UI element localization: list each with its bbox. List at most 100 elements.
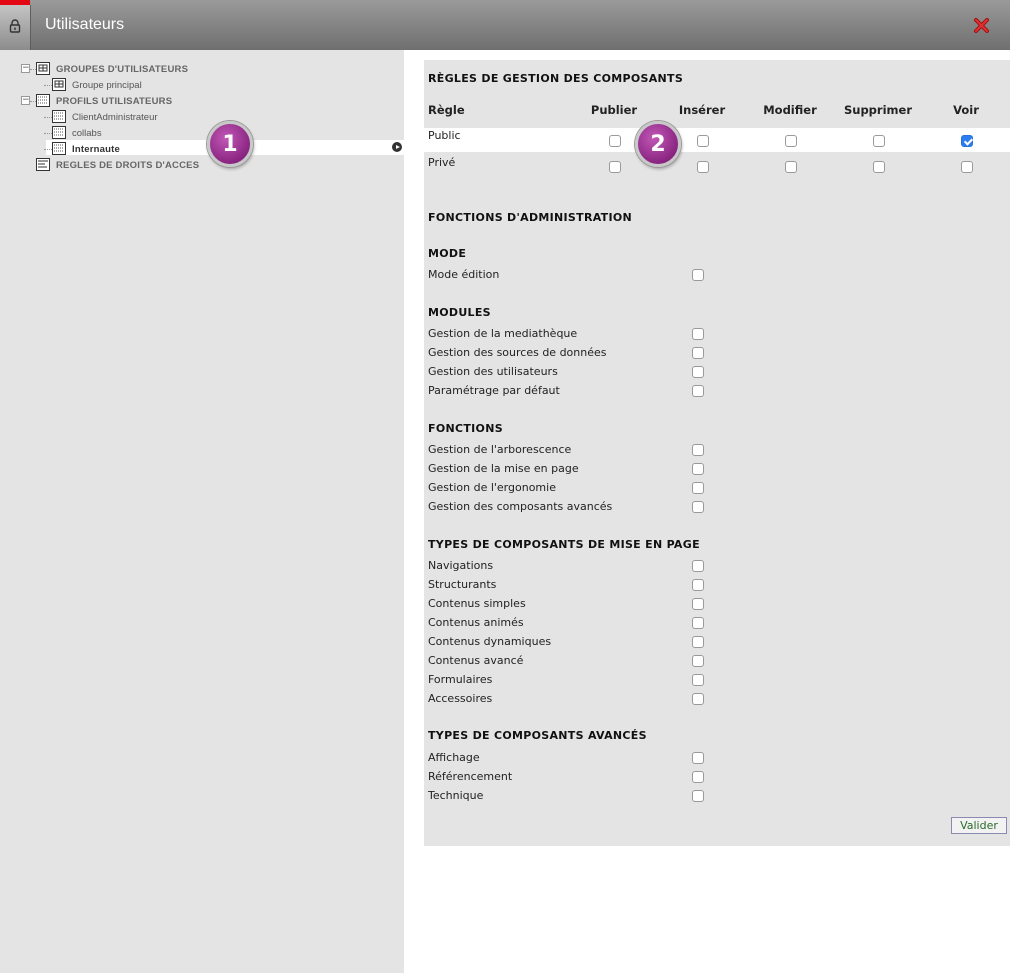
permission-label: Contenus animés <box>428 616 524 629</box>
permission-label: Structurants <box>428 578 497 591</box>
tree-item-groups[interactable]: GROUPES D'UTILISATEURS <box>56 61 188 77</box>
permission-label: Gestion de l'arborescence <box>428 443 572 456</box>
group-icon <box>52 78 66 91</box>
tree-item-label: ClientAdministrateur <box>72 111 158 123</box>
rules-icon <box>36 158 50 171</box>
checkbox-structurants[interactable] <box>692 579 704 591</box>
valider-button[interactable]: Valider <box>951 817 1007 834</box>
profile-icon <box>52 126 66 139</box>
subsection-title-types-mise-en-page: TYPES DE COMPOSANTS DE MISE EN PAGE <box>428 538 700 551</box>
permission-label: Formulaires <box>428 673 493 686</box>
checkbox-mediatheque[interactable] <box>692 328 704 340</box>
checkbox-public-modifier[interactable] <box>785 135 797 147</box>
permission-label: Gestion des utilisateurs <box>428 365 558 378</box>
arrow-right-icon[interactable] <box>392 142 402 152</box>
permission-label: Gestion des sources de données <box>428 346 607 359</box>
profile-icon <box>36 94 50 107</box>
tree-item-label: Groupe principal <box>72 79 142 91</box>
tree-item-label: collabs <box>72 127 102 139</box>
permission-label: Contenus simples <box>428 597 526 610</box>
col-header-publier: Publier <box>590 103 638 117</box>
tree-connector <box>44 133 52 134</box>
rule-row-label: Privé <box>428 156 456 169</box>
checkbox-mise-en-page[interactable] <box>692 463 704 475</box>
checkbox-formulaires[interactable] <box>692 674 704 686</box>
permission-label: Navigations <box>428 559 494 572</box>
tree-item-label: PROFILS UTILISATEURS <box>56 95 173 107</box>
tree-item-rules[interactable]: REGLES DE DROITS D'ACCES <box>56 157 199 173</box>
col-header-voir: Voir <box>953 103 979 117</box>
permission-label: Référencement <box>428 770 513 783</box>
permissions-panel: RÈGLES DE GESTION DES COMPOSANTS Règle P… <box>424 60 1010 846</box>
title-bar: Utilisateurs <box>0 0 1010 50</box>
checkbox-prive-voir[interactable] <box>961 161 973 173</box>
group-icon <box>36 62 50 75</box>
permission-label: Affichage <box>428 751 480 764</box>
collapse-toggle-groups[interactable]: − <box>21 64 30 73</box>
subsection-title-modules: MODULES <box>428 306 491 319</box>
checkbox-public-inserer[interactable] <box>697 135 709 147</box>
subsection-title-fonctions: FONCTIONS <box>428 422 503 435</box>
lock-button[interactable] <box>0 5 31 50</box>
checkbox-public-supprimer[interactable] <box>873 135 885 147</box>
checkbox-prive-inserer[interactable] <box>697 161 709 173</box>
permission-label: Gestion de la mise en page <box>428 462 579 475</box>
callout-badge-2: 2 <box>635 121 681 167</box>
tree-item-label: GROUPES D'UTILISATEURS <box>56 63 189 75</box>
checkbox-mode-edition[interactable] <box>692 269 704 281</box>
tree-item-label: Internaute <box>72 143 120 155</box>
permission-label: Gestion des composants avancés <box>428 500 613 513</box>
checkbox-prive-modifier[interactable] <box>785 161 797 173</box>
permission-label: Contenus dynamiques <box>428 635 552 648</box>
checkbox-composants-avances[interactable] <box>692 501 704 513</box>
checkbox-public-publier[interactable] <box>609 135 621 147</box>
tree-item-internaute[interactable]: Internaute <box>72 141 120 157</box>
checkbox-contenus-simples[interactable] <box>692 598 704 610</box>
rules-section-title: RÈGLES DE GESTION DES COMPOSANTS <box>428 72 684 85</box>
col-header-inserer: Insérer <box>678 103 726 117</box>
col-header-modifier: Modifier <box>763 103 817 117</box>
callout-badge-1: 1 <box>207 121 253 167</box>
permission-label: Contenus avancé <box>428 654 524 667</box>
window-title: Utilisateurs <box>45 16 125 33</box>
checkbox-technique[interactable] <box>692 790 704 802</box>
permission-label: Gestion de la mediathèque <box>428 327 578 340</box>
close-button[interactable] <box>972 15 992 35</box>
users-tree-panel: − GROUPES D'UTILISATEURS Groupe principa… <box>0 50 404 973</box>
permission-label: Paramétrage par défaut <box>428 384 560 397</box>
checkbox-contenus-dynamiques[interactable] <box>692 636 704 648</box>
checkbox-utilisateurs[interactable] <box>692 366 704 378</box>
lock-icon <box>9 19 21 33</box>
checkbox-contenus-animes[interactable] <box>692 617 704 629</box>
permission-label: Accessoires <box>428 692 493 705</box>
tree-connector <box>44 117 52 118</box>
subsection-title-types-avances: TYPES DE COMPOSANTS AVANCÉS <box>428 729 647 742</box>
checkbox-contenus-avance[interactable] <box>692 655 704 667</box>
tree-item-clientadministrateur[interactable]: ClientAdministrateur <box>72 109 158 125</box>
permission-label: Mode édition <box>428 268 500 281</box>
tree-item-profiles[interactable]: PROFILS UTILISATEURS <box>56 93 172 109</box>
checkbox-public-voir[interactable] <box>961 135 973 147</box>
checkbox-ergonomie[interactable] <box>692 482 704 494</box>
checkbox-accessoires[interactable] <box>692 693 704 705</box>
checkbox-prive-publier[interactable] <box>609 161 621 173</box>
close-icon <box>974 18 989 33</box>
permission-label: Technique <box>428 789 484 802</box>
checkbox-referencement[interactable] <box>692 771 704 783</box>
admin-section-title: FONCTIONS D'ADMINISTRATION <box>428 211 633 224</box>
tree-item-collabs[interactable]: collabs <box>72 125 102 141</box>
permission-label: Gestion de l'ergonomie <box>428 481 556 494</box>
tree-item-label: REGLES DE DROITS D'ACCES <box>56 159 200 171</box>
checkbox-parametrage[interactable] <box>692 385 704 397</box>
checkbox-sources-donnees[interactable] <box>692 347 704 359</box>
collapse-toggle-profiles[interactable]: − <box>21 96 30 105</box>
profile-icon <box>52 142 66 155</box>
checkbox-navigations[interactable] <box>692 560 704 572</box>
checkbox-prive-supprimer[interactable] <box>873 161 885 173</box>
checkbox-affichage[interactable] <box>692 752 704 764</box>
tree-item-groupe-principal[interactable]: Groupe principal <box>72 77 142 93</box>
tree-connector <box>44 149 52 150</box>
profile-icon <box>52 110 66 123</box>
checkbox-arborescence[interactable] <box>692 444 704 456</box>
col-header-regle: Règle <box>428 103 465 117</box>
